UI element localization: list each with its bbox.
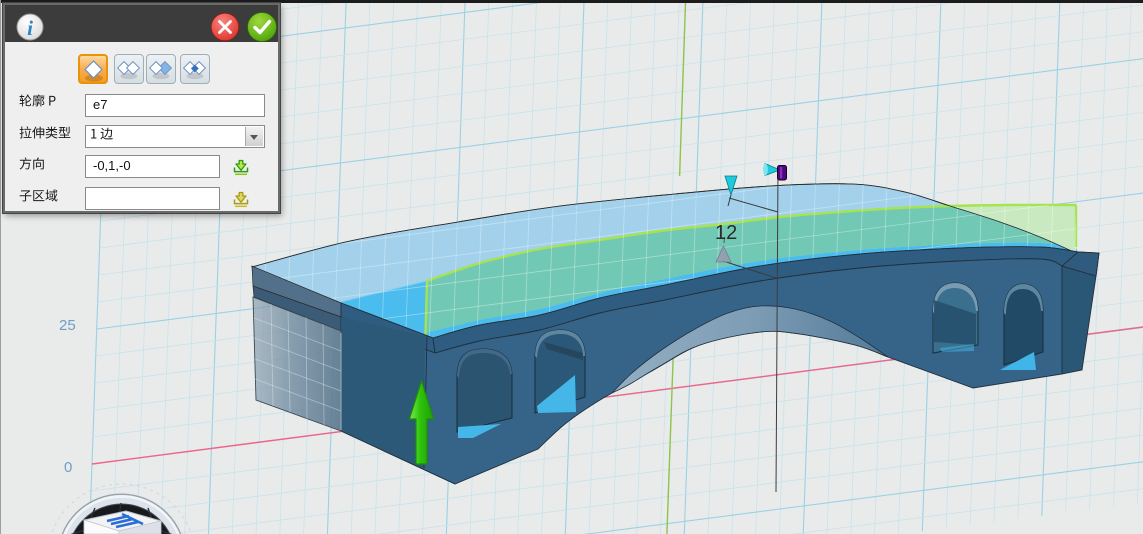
svg-text:0: 0 (64, 459, 72, 476)
svg-text:25: 25 (59, 317, 76, 334)
svg-text:i: i (27, 16, 33, 40)
svg-text:12: 12 (715, 222, 737, 244)
